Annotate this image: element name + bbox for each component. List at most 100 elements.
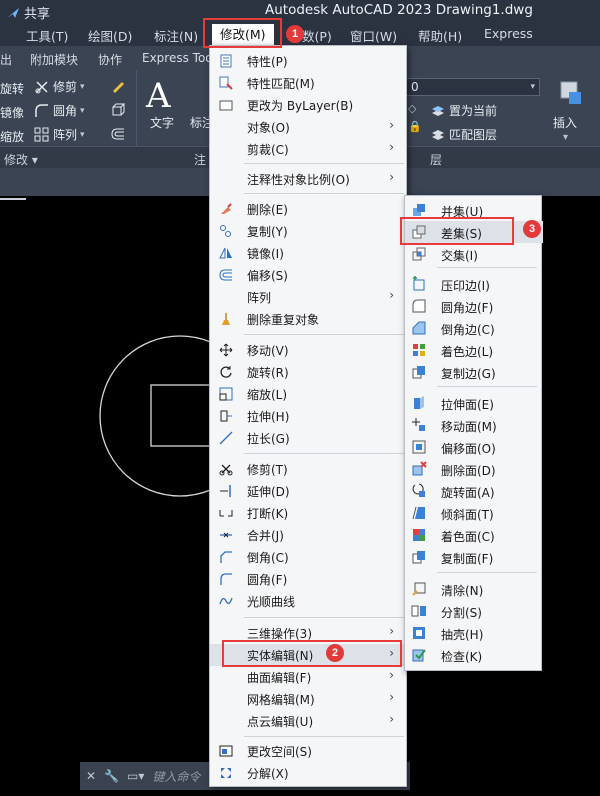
copy-faces-icon [411, 549, 427, 565]
layers-panel-title[interactable]: 层 [430, 151, 442, 168]
menu-draw[interactable]: 绘图(D) [88, 26, 132, 45]
mirror-button[interactable]: 镜像 [0, 104, 24, 121]
layer-dropdown[interactable]: 0 ▾ [404, 78, 540, 96]
chevron-down-icon: ▾ [80, 81, 85, 92]
modify-panel-title[interactable]: 修改 ▾ [4, 151, 38, 168]
menu-item-break[interactable]: 打断(K) [210, 502, 408, 524]
tab-addins[interactable]: 附加模块 [30, 51, 78, 68]
properties-icon [218, 53, 234, 69]
submenu-item-color-edges[interactable]: 着色边(L) [405, 339, 543, 361]
fillet-icon [218, 571, 234, 587]
menu-item-trim[interactable]: 修剪(T) [210, 458, 408, 480]
menu-item-array[interactable]: 阵列 › [210, 286, 408, 308]
insert-block-icon[interactable] [555, 78, 585, 108]
text-large-icon[interactable]: A [146, 76, 171, 116]
menu-window[interactable]: 窗口(W) [350, 26, 397, 45]
submenu-item-delete-faces[interactable]: 删除面(D) [405, 458, 543, 480]
shell-icon [411, 625, 427, 641]
fillet-button[interactable]: 圆角 ▾ [34, 102, 85, 119]
menu-item-delete-duplicates[interactable]: 删除重复对象 [210, 308, 408, 330]
menu-item-move[interactable]: 移动(V) [210, 339, 408, 361]
menu-item-clip[interactable]: 剪裁(C) › [210, 138, 408, 160]
cube-icon[interactable] [110, 102, 126, 118]
menu-item-surface-editing[interactable]: 曲面编辑(F) › [210, 666, 408, 688]
menu-item-blend-curves[interactable]: 光顺曲线 [210, 590, 408, 612]
match-layer-button[interactable]: 匹配图层 [430, 126, 497, 143]
menu-item-properties[interactable]: 特性(P) [210, 50, 408, 72]
match-layer-label: 匹配图层 [449, 128, 498, 142]
submenu-item-color-faces[interactable]: 着色面(C) [405, 524, 543, 546]
text-button[interactable]: 文字 [150, 114, 174, 131]
menu-item-change-to-bylayer[interactable]: 更改为 ByLayer(B) [210, 94, 408, 116]
clean-icon [411, 581, 427, 597]
tab-output[interactable]: 出 [0, 51, 12, 68]
menu-help[interactable]: 帮助(H) [418, 26, 462, 45]
rotate-button[interactable]: 旋转 [0, 80, 24, 97]
menu-express[interactable]: Express [484, 26, 533, 41]
chevron-right-icon: › [389, 712, 394, 726]
close-icon[interactable]: ✕ [86, 769, 96, 783]
command-input[interactable]: 键入命令 [152, 768, 200, 785]
menu-item-fillet[interactable]: 圆角(F) [210, 568, 408, 590]
menu-item-object[interactable]: 对象(O) › [210, 116, 408, 138]
menu-item-stretch[interactable]: 拉伸(H) [210, 405, 408, 427]
menu-item-point-cloud-editing[interactable]: 点云编辑(U) › [210, 710, 408, 732]
menu-item-mesh-editing[interactable]: 网格编辑(M) › [210, 688, 408, 710]
menu-item-annotative-scale[interactable]: 注释性对象比例(O) › [210, 168, 408, 190]
trim-icon [218, 461, 234, 477]
array-button[interactable]: 阵列 ▾ [34, 126, 85, 143]
submenu-item-fillet-edges[interactable]: 圆角边(F) [405, 295, 543, 317]
menu-item-change-space[interactable]: 更改空间(S) [210, 740, 408, 762]
submenu-item-rotate-faces[interactable]: 旋转面(A) [405, 480, 543, 502]
menu-item-explode[interactable]: 分解(X) [210, 762, 408, 784]
tab-collaborate[interactable]: 协作 [98, 51, 122, 68]
submenu-item-imprint-edges[interactable]: 压印边(I) [405, 273, 543, 295]
submenu-item-intersect[interactable]: 交集(I) [405, 243, 543, 265]
tab-express-tools[interactable]: Express Too [142, 51, 213, 65]
submenu-item-taper-faces[interactable]: 倾斜面(T) [405, 502, 543, 524]
menu-item-rotate[interactable]: 旋转(R) [210, 361, 408, 383]
menu-item-extend[interactable]: 延伸(D) [210, 480, 408, 502]
stretch-icon [218, 408, 234, 424]
submenu-item-move-faces[interactable]: 移动面(M) [405, 414, 543, 436]
submenu-item-offset-faces[interactable]: 偏移面(O) [405, 436, 543, 458]
command-prompt-icon[interactable]: ▭▾ [127, 769, 144, 783]
menu-item-match-properties[interactable]: 特性匹配(M) [210, 72, 408, 94]
chevron-right-icon: › [389, 668, 394, 682]
submenu-item-clean[interactable]: 清除(N) [405, 578, 543, 600]
submenu-item-copy-edges[interactable]: 复制边(G) [405, 361, 543, 383]
insert-button[interactable]: 插入 [553, 114, 577, 131]
union-icon [411, 202, 427, 218]
array-icon [34, 127, 49, 141]
extrude-faces-icon [411, 395, 427, 411]
menu-item-chamfer[interactable]: 倒角(C) [210, 546, 408, 568]
submenu-item-extrude-faces[interactable]: 拉伸面(E) [405, 392, 543, 414]
submenu-item-separate[interactable]: 分割(S) [405, 600, 543, 622]
menu-item-copy[interactable]: 复制(Y) [210, 220, 408, 242]
pencil-icon[interactable] [110, 78, 126, 94]
menu-dimension[interactable]: 标注(N) [154, 26, 198, 45]
set-current-button[interactable]: 置为当前 [430, 102, 497, 119]
submenu-item-copy-faces[interactable]: 复制面(F) [405, 546, 543, 568]
offset-icon[interactable] [110, 126, 126, 142]
bylayer-icon [218, 97, 234, 113]
menu-item-offset[interactable]: 偏移(S) [210, 264, 408, 286]
layer-tools-icons[interactable]: ◇ 🔒 [408, 100, 428, 140]
rotate-faces-icon [411, 483, 427, 499]
submenu-item-check[interactable]: 检查(K) [405, 644, 543, 666]
share-button[interactable]: 共享 [6, 3, 50, 22]
menu-item-scale[interactable]: 缩放(L) [210, 383, 408, 405]
wrench-icon[interactable]: 🔧 [104, 769, 119, 783]
submenu-item-shell[interactable]: 抽壳(H) [405, 622, 543, 644]
trim-button[interactable]: 修剪 ▾ [34, 78, 85, 95]
submenu-item-chamfer-edges[interactable]: 倒角边(C) [405, 317, 543, 339]
menu-item-erase[interactable]: 删除(E) [210, 198, 408, 220]
scale-button[interactable]: 缩放 [0, 128, 24, 145]
menu-tools[interactable]: 工具(T) [26, 26, 68, 45]
menu-item-join[interactable]: 合并(J) [210, 524, 408, 546]
annotation-panel-title[interactable]: 注 [194, 151, 206, 168]
menu-item-lengthen[interactable]: 拉长(G) [210, 427, 408, 449]
menu-item-mirror[interactable]: 镜像(I) [210, 242, 408, 264]
chevron-down-icon: ▾ [80, 105, 85, 116]
menu-parametric[interactable]: 数(P) [302, 26, 332, 45]
